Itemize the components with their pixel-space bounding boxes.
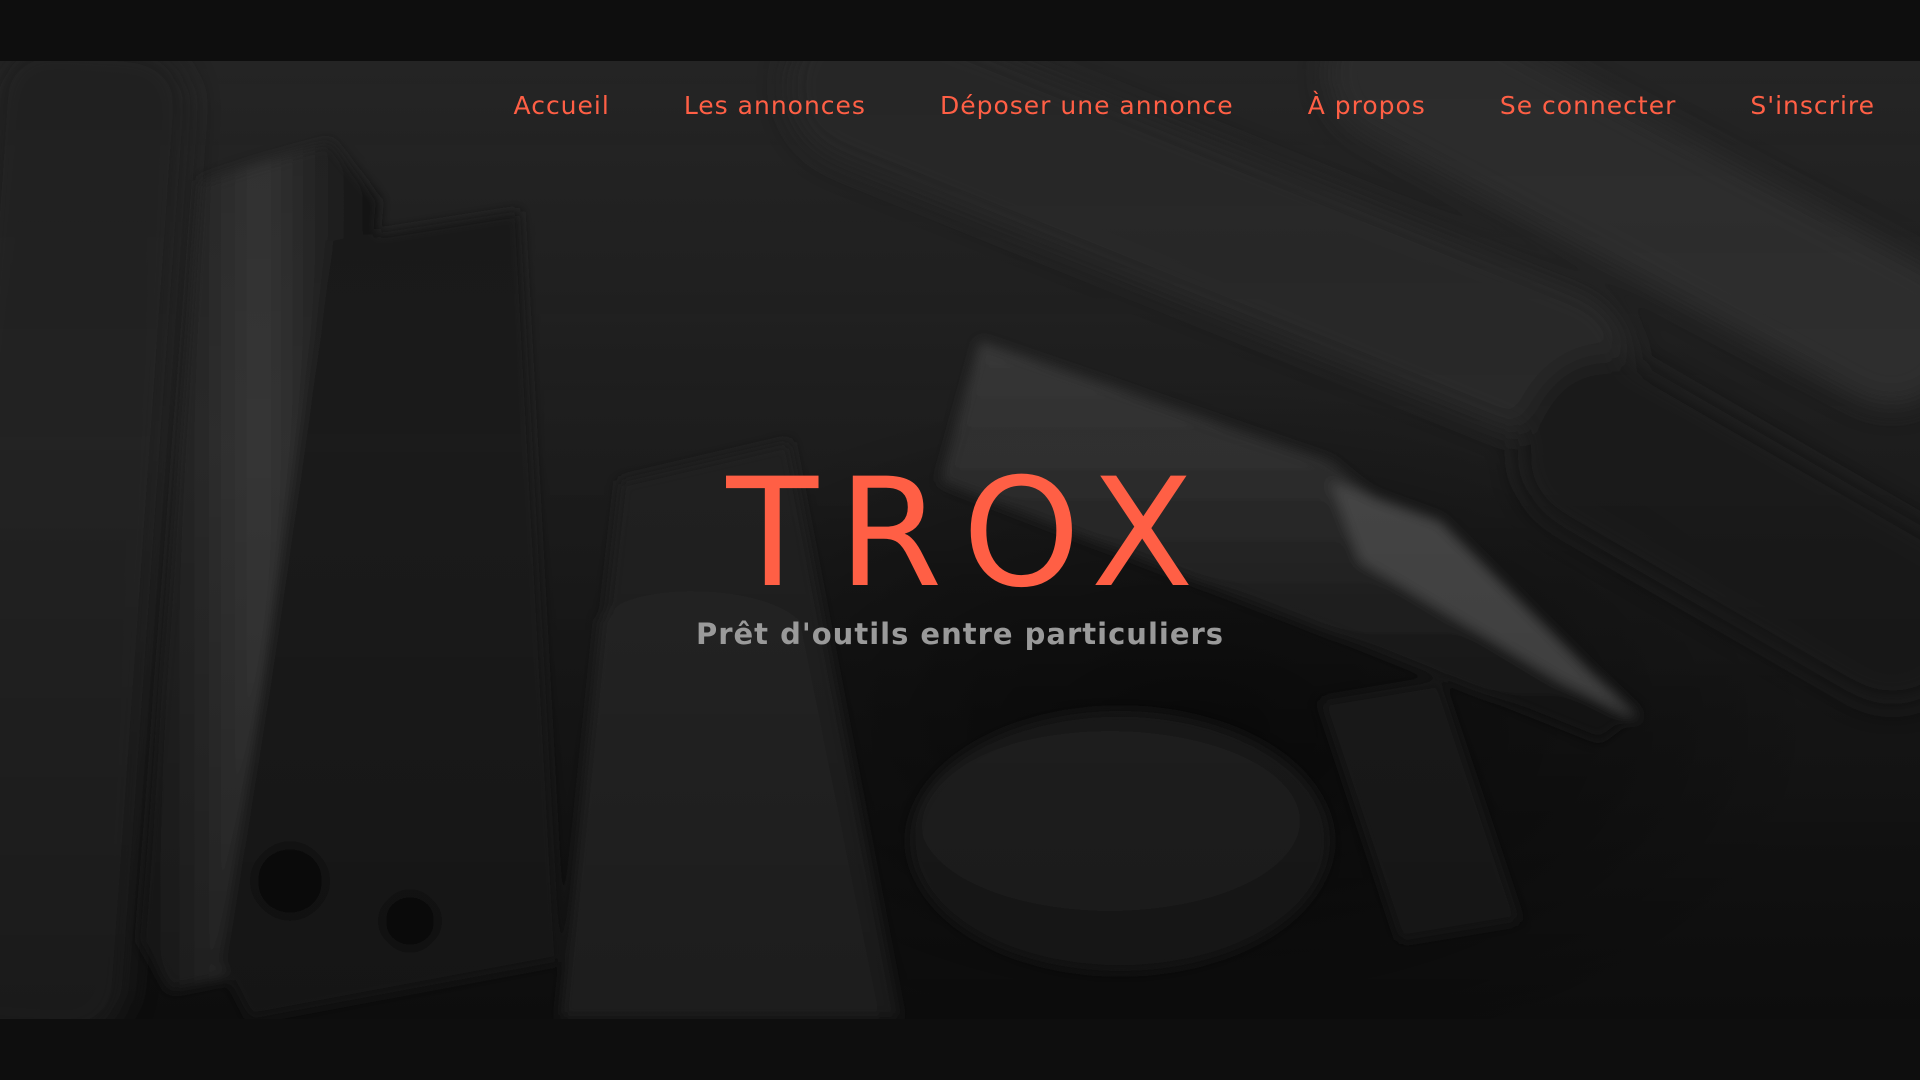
nav-link-se-connecter[interactable]: Se connecter [1500, 91, 1677, 120]
nav-link-accueil[interactable]: Accueil [514, 91, 610, 120]
hero-brand: TROX Prêt d'outils entre particuliers [0, 459, 1920, 651]
main-nav: Accueil Les annonces Déposer une annonce… [514, 91, 1875, 120]
site-tagline: Prêt d'outils entre particuliers [695, 617, 1225, 651]
site-title: TROX [726, 447, 1214, 621]
nav-link-a-propos[interactable]: À propos [1308, 91, 1426, 120]
hero-section: Accueil Les annonces Déposer une annonce… [0, 61, 1920, 1019]
nav-link-les-annonces[interactable]: Les annonces [684, 91, 866, 120]
nav-link-deposer-annonce[interactable]: Déposer une annonce [940, 91, 1234, 120]
nav-link-s-inscrire[interactable]: S'inscrire [1750, 91, 1875, 120]
page: Accueil Les annonces Déposer une annonce… [0, 0, 1920, 1080]
